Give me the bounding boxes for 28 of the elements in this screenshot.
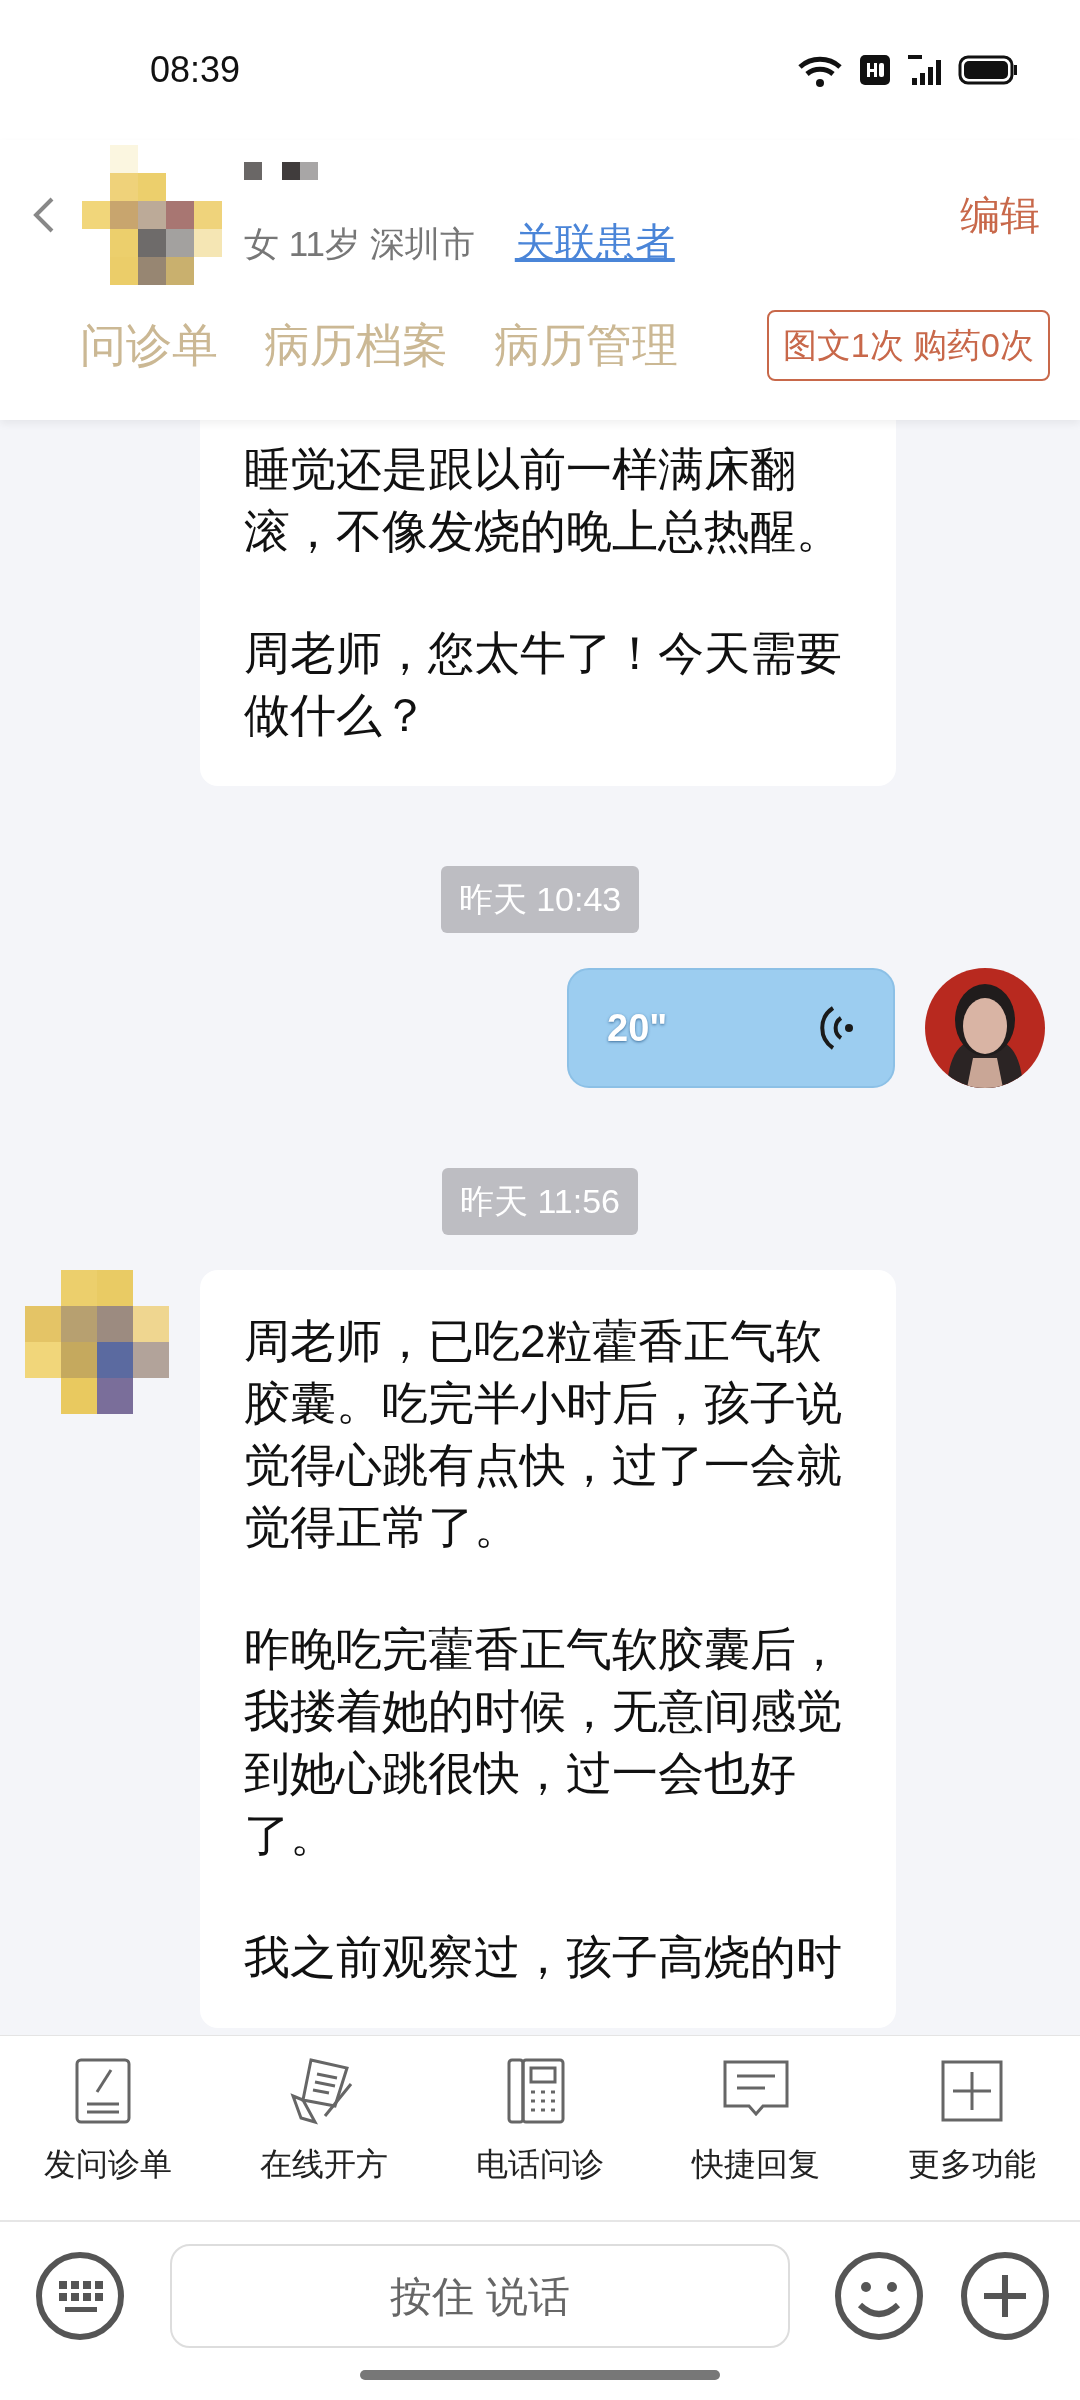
emoji-button[interactable] (834, 2251, 924, 2341)
hd-icon (860, 55, 890, 85)
toolbar-button[interactable]: 发问诊单 (0, 2036, 216, 2220)
toolbar-button[interactable]: 更多功能 (864, 2036, 1080, 2220)
smiley-icon (834, 2251, 924, 2341)
toolbar-button[interactable]: 快捷回复 (648, 2036, 864, 2220)
timestamp: 昨天 10:43 (440, 866, 640, 933)
edit-button[interactable]: 编辑 (960, 185, 1040, 245)
usage-badge: 图文1次 购药0次 (766, 309, 1050, 381)
keyboard-button[interactable] (35, 2251, 125, 2341)
signal-icon (906, 53, 942, 87)
toolbar-button[interactable]: 在线开方 (216, 2036, 432, 2220)
plus-icon (960, 2251, 1050, 2341)
hold-to-talk-button[interactable]: 按住 说话 (170, 2244, 790, 2348)
plus-button[interactable] (960, 2251, 1050, 2341)
message-text: 昨晚吃完藿香正气软胶囊后，我搂着她的时候，无意间感觉到她心跳很快，过一会也好了。 (244, 1622, 843, 1863)
message-text: 周老师，您太牛了！今天需要做什么？ (244, 626, 843, 743)
link-patient-link[interactable]: 关联患者 (514, 212, 675, 272)
message-text: 周老师，已吃2粒藿香正气软胶囊。吃完半小时后，孩子说觉得心跳有点快，过了一会就觉得正常了。 (244, 1314, 843, 1555)
patient-info: 女 11岁 深圳市 (244, 223, 475, 265)
status-time: 08:39 (150, 48, 241, 92)
message-text: 睡觉还是跟以前一样满床翻滚，不像发烧的晚上总热醒。 (244, 442, 843, 559)
voice-wave-icon (819, 1004, 855, 1052)
timestamp: 昨天 11:56 (442, 1168, 638, 1235)
keyboard-icon (35, 2251, 125, 2341)
battery-icon (958, 55, 1018, 85)
toolbar-button[interactable]: 电话问诊 (432, 2036, 648, 2220)
message-text: 我之前观察过，孩子高烧的时 (244, 1930, 843, 1985)
